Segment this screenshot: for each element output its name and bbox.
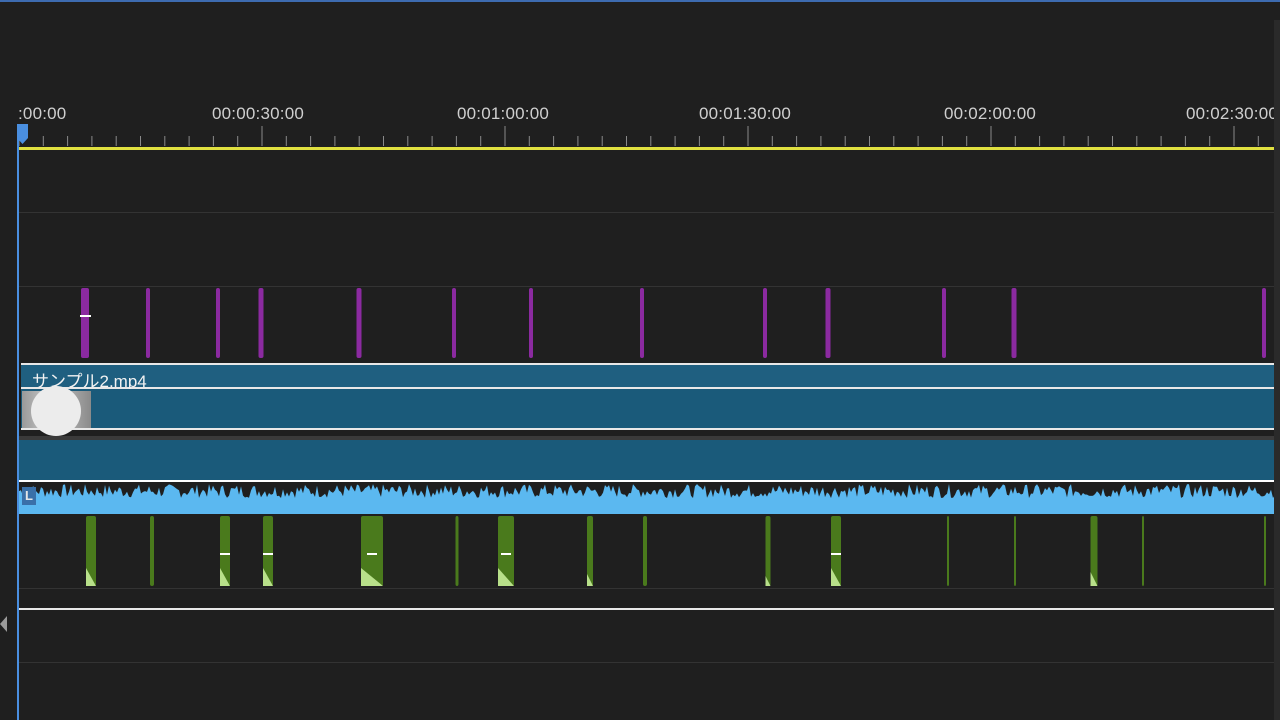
purple-marker [825,288,831,358]
ruler-label: 00:01:30:00 [699,104,792,123]
purple-marker [258,288,264,358]
panel-right-edge [1274,20,1280,720]
marker-highlight [367,553,377,555]
purple-marker [942,288,946,358]
track-divider [19,662,1280,663]
audio-waveform [19,484,1280,514]
purple-marker [1262,288,1266,358]
marker-highlight [263,553,273,555]
playhead[interactable] [17,136,19,720]
green-marker [1264,516,1266,586]
time-ruler[interactable] [0,124,1280,154]
video-clip-header[interactable]: サンプル2.mp4 [21,363,1280,391]
ruler-label: 00:00:30:00 [212,104,305,123]
marker-highlight [220,553,230,555]
ruler-label: 00:02:30:00 [1186,104,1279,123]
track-boundary [19,608,1280,610]
purple-marker [356,288,362,358]
ruler-label: 00:01:00:00 [457,104,550,123]
green-marker [587,516,593,586]
drag-handle-icon[interactable] [31,386,81,436]
marker-track-green[interactable] [0,514,1280,588]
green-marker [150,516,154,586]
ruler-label: 00:02:00:00 [944,104,1037,123]
green-marker [643,516,647,586]
panel-top-border [0,0,1280,2]
video-clip[interactable] [21,389,1280,430]
marker-highlight [831,553,841,555]
waveform-peaks [19,484,1280,514]
purple-marker [452,288,456,358]
purple-marker [763,288,767,358]
green-marker [1014,516,1016,586]
green-marker [455,516,459,586]
work-area-bar [19,147,1280,150]
green-marker [1142,516,1144,586]
purple-marker [1011,288,1017,358]
marker-highlight [80,315,91,317]
track-divider [19,212,1280,213]
green-marker [947,516,949,586]
purple-marker [529,288,533,358]
triangle-left-icon[interactable] [0,616,7,632]
green-marker [765,516,771,586]
purple-marker [216,288,220,358]
track-divider [19,588,1280,589]
purple-marker [640,288,644,358]
purple-marker [146,288,150,358]
purple-marker [81,288,89,358]
marker-track-purple[interactable] [0,286,1280,360]
marker-highlight [501,553,511,555]
audio-channel-label: L [22,487,36,505]
audio-clip[interactable] [19,440,1280,482]
ruler-label: :00:00 [18,104,67,123]
